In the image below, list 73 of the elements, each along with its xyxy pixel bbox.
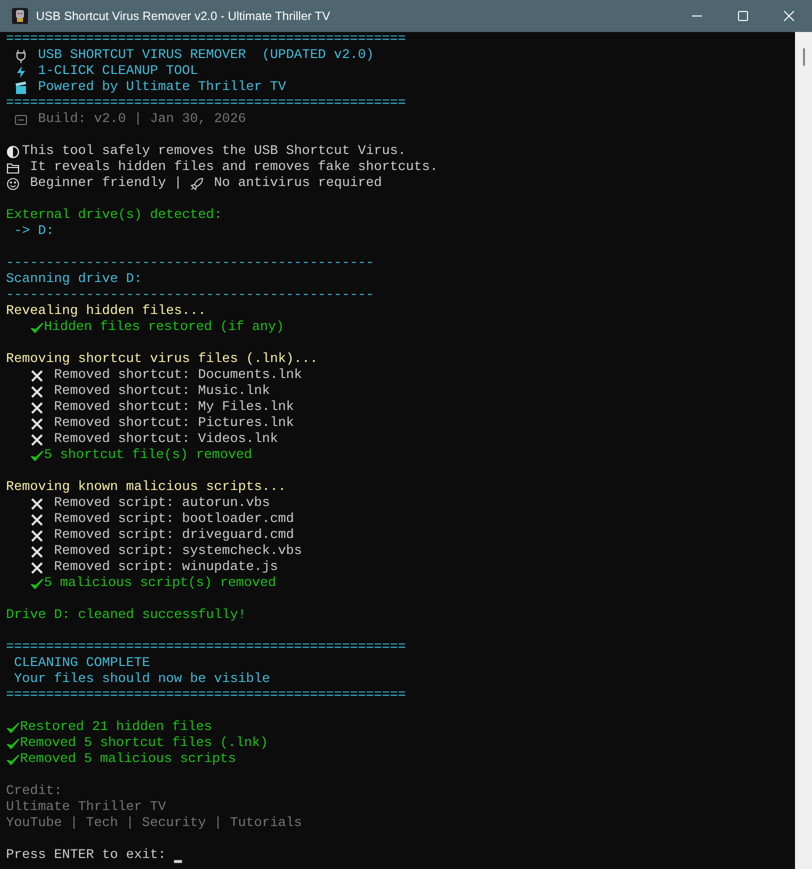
console-text: Scanning drive D: (6, 272, 142, 288)
scrollbar[interactable] (795, 32, 812, 869)
cross-icon (30, 529, 44, 543)
console-text: No antivirus required (212, 176, 382, 192)
rule-line: ================================================== (6, 32, 406, 48)
console-text: 5 malicious script(s) removed (44, 576, 276, 592)
console-text: Removed shortcut: Music.lnk (54, 384, 270, 400)
console-text: CLEANING COMPLETE (12, 656, 150, 672)
console-text: -> D: (12, 224, 54, 240)
check-icon (30, 321, 44, 335)
console-text: Your files should now be visible (12, 672, 270, 688)
console-text: Removed script: systemcheck.vbs (54, 544, 302, 560)
app-icon (12, 8, 28, 24)
console-text: Removing shortcut virus files (.lnk)... (6, 352, 318, 368)
console-text: Restored 21 hidden files (20, 720, 212, 736)
console-text: Removed shortcut: Videos.lnk (54, 432, 278, 448)
console-text: External drive(s) detected: (6, 208, 222, 224)
rule-line: ================================================== (6, 640, 406, 656)
console-text: This tool safely removes the USB Shortcut Virus. (22, 144, 406, 160)
console-text: Removed 5 shortcut files (.lnk) (20, 736, 268, 752)
console-text: Beginner friendly | (28, 176, 183, 192)
console-text: Removed shortcut: Documents.lnk (54, 368, 302, 384)
console-text: Credit: (6, 784, 62, 800)
console-text: Removing known malicious scripts... (6, 480, 286, 496)
window-title: USB Shortcut Virus Remover v2.0 - Ultimate Thriller TV (36, 9, 332, 23)
maximize-icon (738, 11, 748, 21)
console-text: Revealing hidden files... (6, 304, 206, 320)
rule-line: ---------------------------------------------- (6, 288, 374, 304)
console-text: Removed script: driveguard.cmd (54, 528, 294, 544)
cross-icon (30, 545, 44, 559)
close-icon (784, 11, 794, 21)
plug-icon (14, 49, 28, 63)
cross-icon (30, 369, 44, 383)
rocket-icon (190, 177, 204, 191)
prompt-text: Press ENTER to exit: (6, 848, 167, 864)
badge-icon (14, 113, 28, 127)
cross-icon (30, 497, 44, 511)
console-text: Hidden files restored (if any) (44, 320, 284, 336)
cross-icon (30, 401, 44, 415)
console-text: Powered by Ultimate Thriller TV (38, 80, 286, 96)
console-text: Ultimate Thriller TV (6, 800, 166, 816)
rule-line: ---------------------------------------------- (6, 256, 374, 272)
console-text: USB SHORTCUT VIRUS REMOVER (UPDATED v2.0) (38, 48, 374, 64)
console-text: 1-CLICK CLEANUP TOOL (38, 64, 198, 80)
half-circle-icon (6, 145, 20, 159)
console-text: YouTube | Tech | Security | Tutorials (6, 816, 302, 832)
smiley-icon (6, 177, 20, 191)
cross-icon (30, 417, 44, 431)
console-text: Removed script: winupdate.js (54, 560, 278, 576)
check-icon (30, 577, 44, 591)
check-icon (6, 737, 20, 751)
check-icon (6, 721, 20, 735)
folder-icon (6, 161, 20, 175)
console-text: Build: v2.0 | Jan 30, 2026 (38, 112, 246, 128)
console-text: Removed script: bootloader.cmd (54, 512, 294, 528)
console-text: Removed script: autorun.vbs (54, 496, 270, 512)
check-icon (6, 753, 20, 767)
cross-icon (30, 385, 44, 399)
check-icon (30, 449, 44, 463)
rule-line: ================================================== (6, 96, 406, 112)
clapperboard-icon (14, 81, 28, 95)
text-cursor (174, 860, 182, 862)
console-text: 5 shortcut file(s) removed (44, 448, 252, 464)
lightning-icon (14, 65, 28, 79)
console-text: Removed 5 malicious scripts (20, 752, 236, 768)
cross-icon (30, 561, 44, 575)
rule-line: ================================================== (6, 688, 406, 704)
cross-icon (30, 433, 44, 447)
console-text: Drive D: cleaned successfully! (6, 608, 246, 624)
console-text: Removed shortcut: My Files.lnk (54, 400, 294, 416)
console-text: It reveals hidden files and removes fake shortcuts. (28, 160, 438, 176)
cross-icon (30, 513, 44, 527)
console-text: Removed shortcut: Pictures.lnk (54, 416, 294, 432)
